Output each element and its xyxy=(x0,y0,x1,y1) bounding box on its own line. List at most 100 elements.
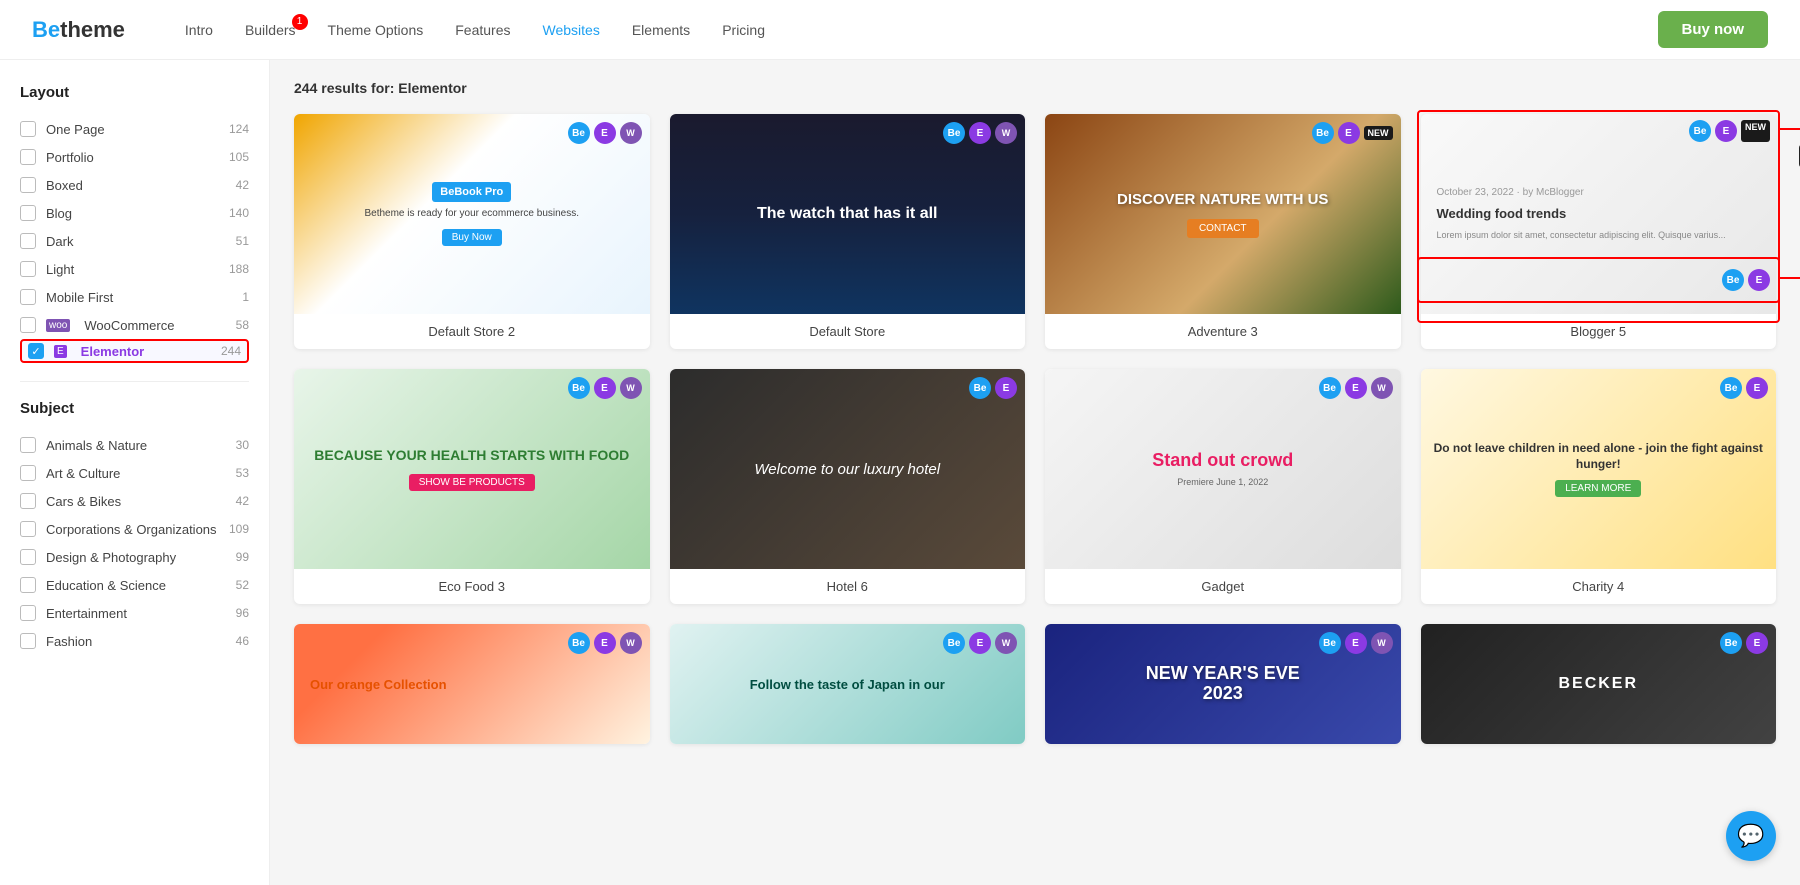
nav-builders[interactable]: Builders 1 xyxy=(245,22,296,38)
checkbox-art[interactable] xyxy=(20,465,36,481)
cards-grid-row2: Be E W BECAUSE YOUR HEALTH STARTS WITH F… xyxy=(294,369,1776,604)
cards-grid-row1: Be E W BeBook Pro Betheme is ready for y… xyxy=(294,114,1776,349)
checkbox-education[interactable] xyxy=(20,577,36,593)
checkbox-boxed[interactable] xyxy=(20,177,36,193)
nav-features[interactable]: Features xyxy=(455,22,510,38)
card-row3-2[interactable]: Be E W Follow the taste of Japan in our xyxy=(670,624,1026,744)
thumb-overlay-charity: Do not leave children in need alone - jo… xyxy=(1421,369,1777,569)
card-blogger-5[interactable]: October 23, 2022 · by McBlogger Wedding … xyxy=(1421,114,1777,349)
nav-websites[interactable]: Websites xyxy=(543,22,600,38)
buy-now-button[interactable]: Buy now xyxy=(1658,11,1769,48)
filter-design[interactable]: Design & Photography 99 xyxy=(20,543,249,571)
thumb-store-headline: The watch that has it all xyxy=(757,204,937,225)
filter-light[interactable]: Light 188 xyxy=(20,255,249,283)
filter-fashion[interactable]: Fashion 46 xyxy=(20,627,249,655)
filter-entertainment-label: Entertainment xyxy=(46,606,127,621)
thumb-blogger-headline: Wedding food trends xyxy=(1433,202,1765,225)
filter-education[interactable]: Education & Science 52 xyxy=(20,571,249,599)
thumb-overlay-row3a: Our orange Collection xyxy=(294,624,650,744)
filter-woocommerce-count: 58 xyxy=(236,318,249,332)
card-default-store[interactable]: Be E W The watch that has it all Default… xyxy=(670,114,1026,349)
filter-boxed[interactable]: Boxed 42 xyxy=(20,171,249,199)
card-thumb-hotel: Be E Welcome to our luxury hotel xyxy=(670,369,1026,569)
card-row3-4[interactable]: Be E BECKER xyxy=(1421,624,1777,744)
thumb-adventure-headline: DISCOVER NATURE WITH US xyxy=(1117,191,1328,209)
nav-links: Intro Builders 1 Theme Options Features … xyxy=(185,22,1658,38)
nav-intro[interactable]: Intro xyxy=(185,22,213,38)
logo[interactable]: Betheme xyxy=(32,17,125,43)
card-row3-3[interactable]: Be E W NEW YEAR'S EVE2023 xyxy=(1045,624,1401,744)
checkbox-one-page[interactable] xyxy=(20,121,36,137)
nav-pricing[interactable]: Pricing xyxy=(722,22,765,38)
filter-entertainment[interactable]: Entertainment 96 xyxy=(20,599,249,627)
card-thumb-default-store: Be E W The watch that has it all xyxy=(670,114,1026,314)
filter-mobile-first[interactable]: Mobile First 1 xyxy=(20,283,249,311)
filter-animals-label: Animals & Nature xyxy=(46,438,147,453)
filter-portfolio[interactable]: Portfolio 105 xyxy=(20,143,249,171)
filter-elementor[interactable]: E Elementor 244 xyxy=(20,339,249,363)
card-adventure-3[interactable]: Be E NEW DISCOVER NATURE WITH US CONTACT… xyxy=(1045,114,1401,349)
filter-animals[interactable]: Animals & Nature 30 xyxy=(20,431,249,459)
filter-mobile-first-label: Mobile First xyxy=(46,290,113,305)
checkbox-elementor[interactable] xyxy=(28,343,44,359)
checkbox-mobile-first[interactable] xyxy=(20,289,36,305)
thumb-ecofood-headline: BECAUSE YOUR HEALTH STARTS WITH FOOD xyxy=(314,447,629,464)
card-name-eco-food-3: Eco Food 3 xyxy=(294,569,650,604)
card-eco-food-3[interactable]: Be E W BECAUSE YOUR HEALTH STARTS WITH F… xyxy=(294,369,650,604)
checkbox-cars[interactable] xyxy=(20,493,36,509)
checkbox-design[interactable] xyxy=(20,549,36,565)
filter-cars[interactable]: Cars & Bikes 42 xyxy=(20,487,249,515)
filter-fashion-label: Fashion xyxy=(46,634,92,649)
card-name-adventure-3: Adventure 3 xyxy=(1045,314,1401,349)
checkbox-corporations[interactable] xyxy=(20,521,36,537)
filter-design-count: 99 xyxy=(236,550,249,564)
logo-be: Be xyxy=(32,17,60,43)
checkbox-blog[interactable] xyxy=(20,205,36,221)
card-thumb-charity: Be E Do not leave children in need alone… xyxy=(1421,369,1777,569)
checkbox-entertainment[interactable] xyxy=(20,605,36,621)
chat-button[interactable]: 💬 xyxy=(1726,811,1776,861)
checkbox-fashion[interactable] xyxy=(20,633,36,649)
filter-art[interactable]: Art & Culture 53 xyxy=(20,459,249,487)
thumb-blogger-meta: October 23, 2022 · by McBlogger xyxy=(1433,183,1765,202)
filter-dark[interactable]: Dark 51 xyxy=(20,227,249,255)
filter-one-page[interactable]: One Page 124 xyxy=(20,115,249,143)
filter-education-label: Education & Science xyxy=(46,578,166,593)
filter-light-label: Light xyxy=(46,262,74,277)
thumb-overlay-store2: BeBook Pro Betheme is ready for your eco… xyxy=(294,114,650,314)
card-gadget[interactable]: Be E W Stand out crowd Premiere June 1, … xyxy=(1045,369,1401,604)
filter-woocommerce-label: WooCommerce xyxy=(84,318,174,333)
filter-woocommerce[interactable]: woo WooCommerce 58 xyxy=(20,311,249,339)
thumb-row3c-headline: NEW YEAR'S EVE2023 xyxy=(1146,664,1300,704)
logo-theme: theme xyxy=(60,17,125,43)
nav-theme-options[interactable]: Theme Options xyxy=(328,22,424,38)
thumb-gadget-headline: Stand out crowd xyxy=(1152,451,1293,471)
filter-light-count: 188 xyxy=(229,262,249,276)
card-hotel-6[interactable]: Be E Welcome to our luxury hotel Hotel 6 xyxy=(670,369,1026,604)
subject-section-title: Subject xyxy=(20,400,249,417)
filter-boxed-label: Boxed xyxy=(46,178,83,193)
filter-blog-label: Blog xyxy=(46,206,72,221)
checkbox-dark[interactable] xyxy=(20,233,36,249)
checkbox-woocommerce[interactable] xyxy=(20,317,36,333)
filter-blog[interactable]: Blog 140 xyxy=(20,199,249,227)
card-thumb-adventure: Be E NEW DISCOVER NATURE WITH US CONTACT xyxy=(1045,114,1401,314)
filter-cars-count: 42 xyxy=(236,494,249,508)
filter-art-label: Art & Culture xyxy=(46,466,120,481)
checkbox-animals[interactable] xyxy=(20,437,36,453)
card-default-store-2[interactable]: Be E W BeBook Pro Betheme is ready for y… xyxy=(294,114,650,349)
filter-mobile-first-count: 1 xyxy=(242,290,249,304)
thumb-store2-desc: Betheme is ready for your ecommerce busi… xyxy=(364,208,579,219)
thumb-overlay-adventure: DISCOVER NATURE WITH US CONTACT xyxy=(1045,114,1401,314)
filter-dark-label: Dark xyxy=(46,234,73,249)
checkbox-light[interactable] xyxy=(20,261,36,277)
layout-section-title: Layout xyxy=(20,84,249,101)
checkbox-portfolio[interactable] xyxy=(20,149,36,165)
thumb-charity-headline: Do not leave children in need alone - jo… xyxy=(1433,441,1765,472)
card-row3-1[interactable]: Be E W Our orange Collection xyxy=(294,624,650,744)
arrow-line-bottom xyxy=(1780,277,1800,279)
card-charity-4[interactable]: Be E Do not leave children in need alone… xyxy=(1421,369,1777,604)
elementor-icon: E xyxy=(54,345,67,358)
filter-corporations[interactable]: Corporations & Organizations 109 xyxy=(20,515,249,543)
nav-elements[interactable]: Elements xyxy=(632,22,690,38)
